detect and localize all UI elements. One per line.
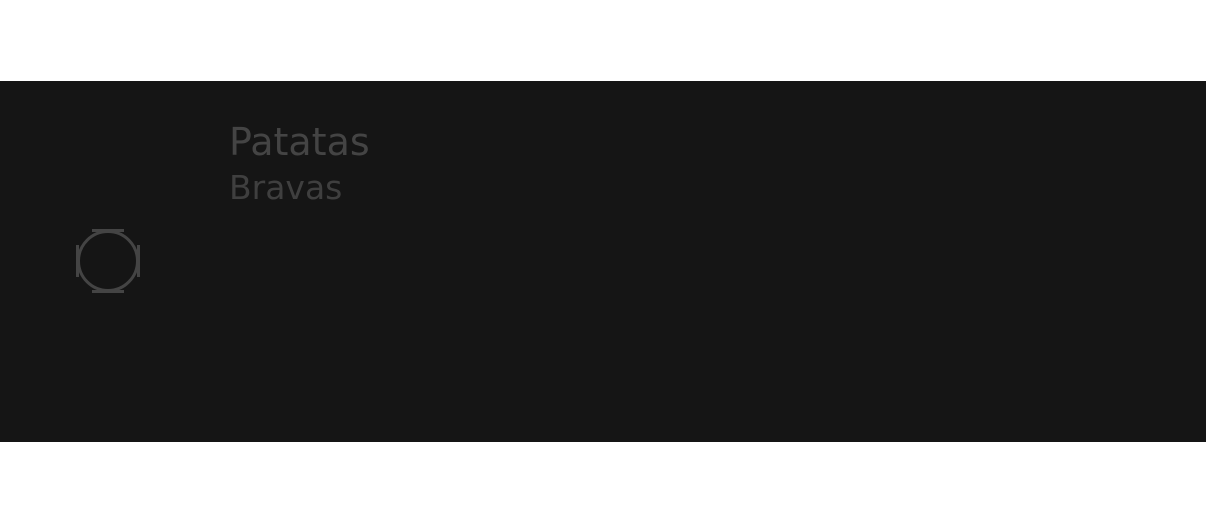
menu-item-panel: Patatas Bravas [0, 81, 1206, 442]
item-title: Patatas [229, 120, 370, 164]
radio-unchecked-icon[interactable] [76, 229, 140, 293]
item-subtitle: Bravas [229, 168, 343, 207]
radio-circle-icon [76, 229, 140, 293]
